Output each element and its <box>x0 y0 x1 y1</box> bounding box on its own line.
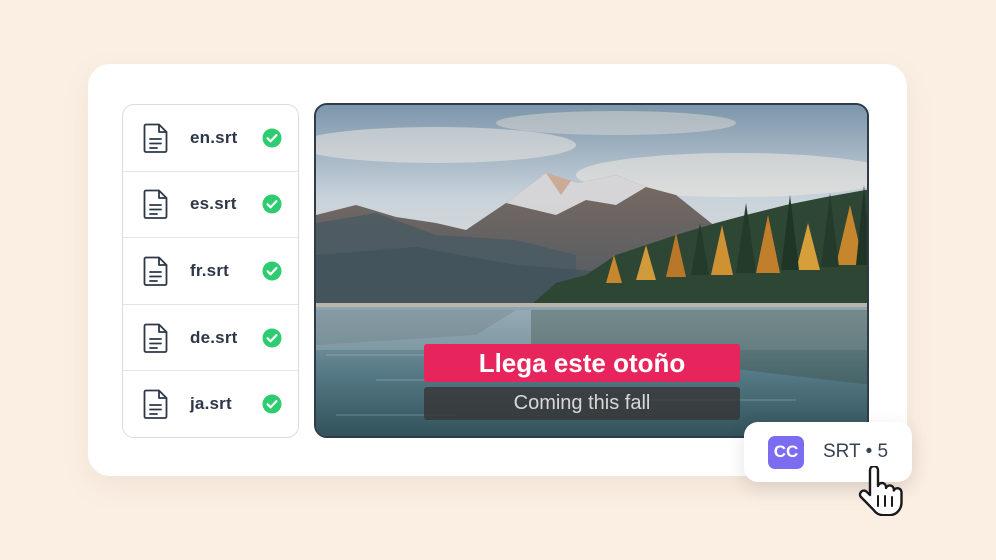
file-row[interactable]: en.srt <box>123 105 298 172</box>
file-row[interactable]: de.srt <box>123 305 298 372</box>
document-icon <box>143 388 171 420</box>
file-name: ja.srt <box>190 394 232 414</box>
pointer-hand-icon <box>858 466 903 516</box>
file-row[interactable]: ja.srt <box>123 371 298 437</box>
document-icon <box>143 188 171 220</box>
cc-badge: CC <box>768 435 804 469</box>
file-name: es.srt <box>190 194 237 214</box>
check-circle-icon <box>262 128 282 148</box>
check-circle-icon <box>262 394 282 414</box>
file-name: de.srt <box>190 327 238 347</box>
captions-count-label: SRT • 5 <box>823 441 889 462</box>
document-icon <box>143 322 171 354</box>
check-circle-icon <box>262 194 282 214</box>
subtitle-primary: Llega este otoño <box>424 344 740 382</box>
file-row[interactable]: fr.srt <box>123 238 298 305</box>
check-circle-icon <box>262 328 282 348</box>
file-name: en.srt <box>190 127 238 147</box>
subtitle-file-list: en.srt es.srt fr.srt de.srt ja.srt <box>122 104 299 438</box>
check-circle-icon <box>262 261 282 281</box>
document-icon <box>143 122 171 154</box>
file-row[interactable]: es.srt <box>123 172 298 239</box>
document-icon <box>143 255 171 287</box>
stage: en.srt es.srt fr.srt de.srt ja.srt Llega… <box>0 0 996 560</box>
file-name: fr.srt <box>190 260 229 280</box>
subtitle-secondary: Coming this fall <box>424 387 740 420</box>
